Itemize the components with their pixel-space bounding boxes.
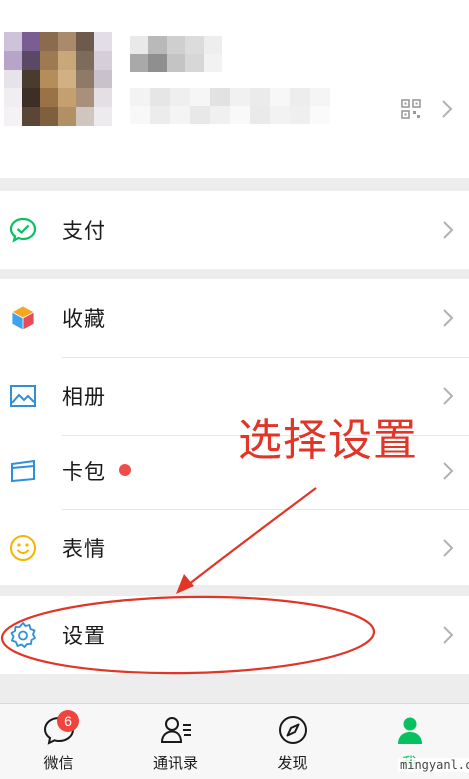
chevron-right-icon — [442, 308, 454, 328]
menu-item-stickers[interactable]: 表情 — [0, 509, 469, 587]
menu-item-label: 设置 — [62, 624, 106, 648]
menu-item-settings[interactable]: 设置 — [0, 596, 469, 674]
menu-group-pay: 支付 — [0, 191, 469, 269]
tab-contacts[interactable]: 通讯录 — [117, 704, 234, 779]
qr-code-icon[interactable] — [401, 99, 421, 119]
menu-item-label: 相册 — [62, 385, 106, 409]
watermark: mingyanl.com — [398, 758, 469, 772]
chevron-right-icon — [442, 461, 454, 481]
chevron-right-icon — [441, 99, 453, 119]
menu-item-label: 收藏 — [62, 307, 106, 331]
menu-item-label: 支付 — [62, 219, 106, 243]
gear-icon — [9, 621, 37, 649]
tab-label: 微信 — [43, 754, 74, 772]
card-wallet-icon — [9, 457, 37, 485]
photo-icon — [9, 382, 37, 410]
menu-item-label: 表情 — [62, 537, 106, 561]
annotation-text: 选择设置 — [238, 415, 418, 466]
profile-header[interactable] — [0, 0, 469, 178]
contacts-icon — [159, 713, 193, 747]
user-id-blurred — [130, 88, 330, 124]
menu-item-favorites[interactable]: 收藏 — [0, 279, 469, 357]
person-icon — [393, 713, 427, 747]
smiley-icon — [9, 534, 37, 562]
avatar[interactable] — [4, 32, 112, 126]
compass-icon — [276, 713, 310, 747]
cube-icon — [9, 304, 37, 332]
menu-item-label: 卡包 — [62, 460, 106, 484]
chevron-right-icon — [442, 538, 454, 558]
menu-group-settings: 设置 — [0, 596, 469, 674]
menu-item-pay[interactable]: 支付 — [0, 191, 469, 269]
chevron-right-icon — [442, 220, 454, 240]
tab-chats[interactable]: 6 微信 — [0, 704, 117, 779]
unread-badge: 6 — [57, 710, 79, 732]
tab-discover[interactable]: 发现 — [234, 704, 351, 779]
tab-label: 发现 — [277, 754, 308, 772]
chevron-right-icon — [442, 625, 454, 645]
user-nickname-blurred — [130, 36, 222, 72]
wechat-pay-icon — [9, 216, 37, 244]
tab-label: 通讯录 — [152, 754, 198, 772]
new-dot-badge — [119, 464, 131, 476]
chevron-right-icon — [442, 386, 454, 406]
